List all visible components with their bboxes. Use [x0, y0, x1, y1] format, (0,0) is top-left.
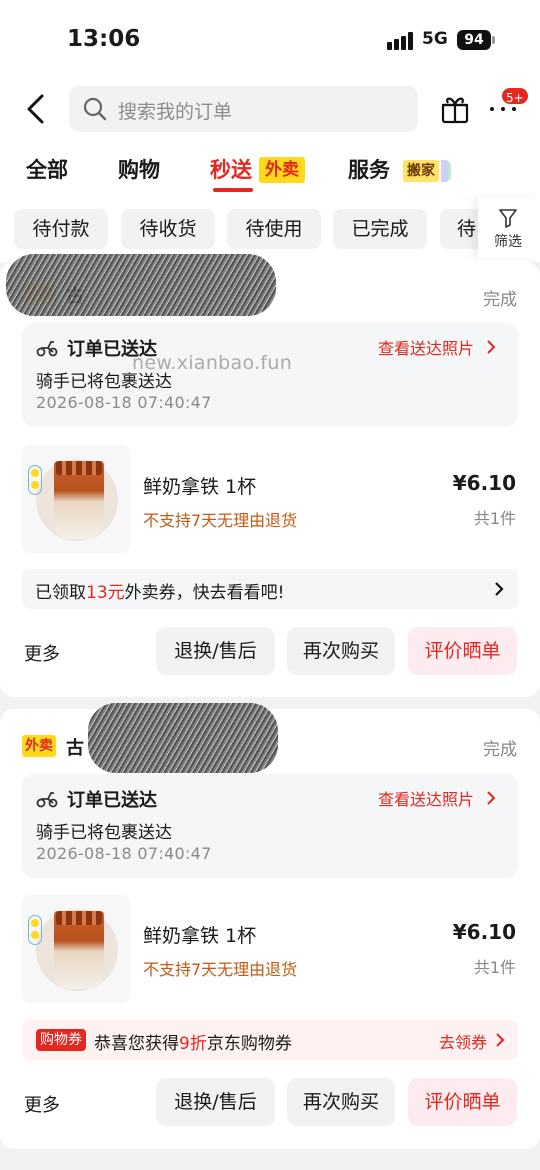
chevron-right-icon	[495, 582, 504, 596]
filter-label: 筛选	[494, 234, 522, 250]
product-price: ¥6.10	[452, 471, 516, 495]
category-tabs: 全部 购物 秒送 外卖 服务 搬家	[0, 152, 540, 196]
view-delivery-photo-link[interactable]: 查看送达照片	[378, 786, 474, 810]
return-policy-note: 不支持7天无理由退货	[143, 511, 298, 530]
product-image[interactable]	[22, 895, 130, 1003]
delivery-info: 订单已送达 查看送达照片 骑手已将包裹送达 2026-08-18 07:40:4…	[22, 774, 518, 878]
product-name[interactable]: 鲜奶拿铁 1杯	[143, 921, 256, 948]
tab-express-tag: 外卖	[259, 157, 305, 183]
message-badge: 5+	[500, 86, 530, 106]
chevron-right-icon	[496, 1033, 505, 1047]
search-input[interactable]: 搜索我的订单	[69, 86, 418, 132]
coupon-tag: 购物券	[36, 1029, 86, 1051]
product-quantity: 共1件	[473, 509, 516, 528]
chip-pending-payment[interactable]: 待付款	[14, 209, 108, 249]
claim-coupon-link[interactable]: 去领券	[439, 1029, 487, 1053]
redaction-scribble	[88, 703, 278, 773]
order-card: 外卖 古 完成 订单已送达 查看送达照片 骑手已将包裹送达 2026-08-18…	[0, 254, 540, 697]
battery-cap	[492, 36, 495, 44]
clock: 13:06	[67, 26, 141, 52]
watermark: new.xianbao.fun	[132, 352, 293, 374]
network-type: 5G	[422, 29, 448, 49]
chip-pending-use[interactable]: 待使用	[227, 209, 321, 249]
tab-shopping[interactable]: 购物	[118, 154, 160, 184]
shop-type-tag: 外卖	[22, 735, 56, 757]
delivery-info: 订单已送达 查看送达照片 骑手已将包裹送达 2026-08-18 07:40:4…	[22, 323, 518, 427]
review-button[interactable]: 评价晒单	[408, 627, 517, 675]
delivery-scooter-icon	[36, 792, 58, 808]
view-delivery-photo-link[interactable]: 查看送达照片	[378, 335, 474, 359]
gift-icon[interactable]	[439, 93, 471, 125]
coupon-banner[interactable]: 购物券 恭喜您获得9折京东购物券 去领券	[22, 1020, 518, 1060]
shop-name[interactable]: 古	[66, 734, 84, 760]
filter-button[interactable]: 筛选	[478, 198, 540, 258]
product-image[interactable]	[22, 445, 130, 553]
coupon-text: 恭喜您获得9折京东购物券	[94, 1034, 292, 1054]
redaction-scribble	[6, 254, 276, 316]
filter-icon	[499, 209, 517, 228]
product-name[interactable]: 鲜奶拿铁 1杯	[143, 472, 256, 499]
delivery-time: 2026-08-18 07:40:47	[36, 393, 212, 412]
delivery-title: 订单已送达	[67, 790, 157, 811]
coupon-text: 已领取13元外卖券，快去看看吧!	[35, 583, 285, 603]
refund-button[interactable]: 退换/售后	[156, 627, 275, 675]
delivery-subtitle: 骑手已将包裹送达	[36, 823, 172, 843]
order-status: 完成	[483, 290, 517, 310]
rebuy-button[interactable]: 再次购买	[287, 627, 395, 675]
search-icon	[83, 97, 107, 121]
more-actions-link[interactable]: 更多	[24, 640, 60, 666]
chip-pending-receipt[interactable]: 待收货	[121, 209, 215, 249]
tab-all[interactable]: 全部	[26, 154, 68, 184]
delivery-scooter-icon	[36, 341, 58, 357]
product-quantity: 共1件	[473, 958, 516, 977]
tab-service-tag: 搬家	[403, 160, 439, 182]
tab-express[interactable]: 秒送	[210, 154, 252, 184]
top-area: 13:06 5G 94 搜索我的订单 5+ 全部 购物 秒送 外卖 服务 搬家 …	[0, 0, 540, 262]
rebuy-button[interactable]: 再次购买	[287, 1078, 395, 1126]
chevron-right-icon	[487, 791, 496, 805]
refund-button[interactable]: 退换/售后	[156, 1078, 275, 1126]
chevron-right-icon	[487, 340, 496, 354]
more-actions-link[interactable]: 更多	[24, 1091, 60, 1117]
signal-icon	[387, 32, 415, 50]
coupon-banner[interactable]: 已领取13元外卖券，快去看看吧!	[22, 569, 518, 609]
order-card: 外卖 古 完成 订单已送达 查看送达照片 骑手已将包裹送达 2026-08-18…	[0, 703, 540, 1149]
chip-completed[interactable]: 已完成	[333, 209, 427, 249]
product-price: ¥6.10	[452, 920, 516, 944]
review-button[interactable]: 评价晒单	[408, 1078, 517, 1126]
back-arrow-icon[interactable]	[22, 94, 52, 124]
delivery-time: 2026-08-18 07:40:47	[36, 844, 212, 863]
battery-icon: 94	[457, 30, 491, 50]
tab-service[interactable]: 服务	[348, 154, 390, 184]
return-policy-note: 不支持7天无理由退货	[143, 960, 298, 979]
active-tab-indicator	[213, 188, 253, 192]
card-divider	[0, 1149, 540, 1170]
order-status: 完成	[483, 740, 517, 760]
tab-service-tag-edge	[441, 160, 451, 182]
status-bar: 13:06 5G 94	[0, 24, 540, 60]
card-divider	[0, 697, 540, 709]
search-placeholder: 搜索我的订单	[118, 101, 233, 123]
